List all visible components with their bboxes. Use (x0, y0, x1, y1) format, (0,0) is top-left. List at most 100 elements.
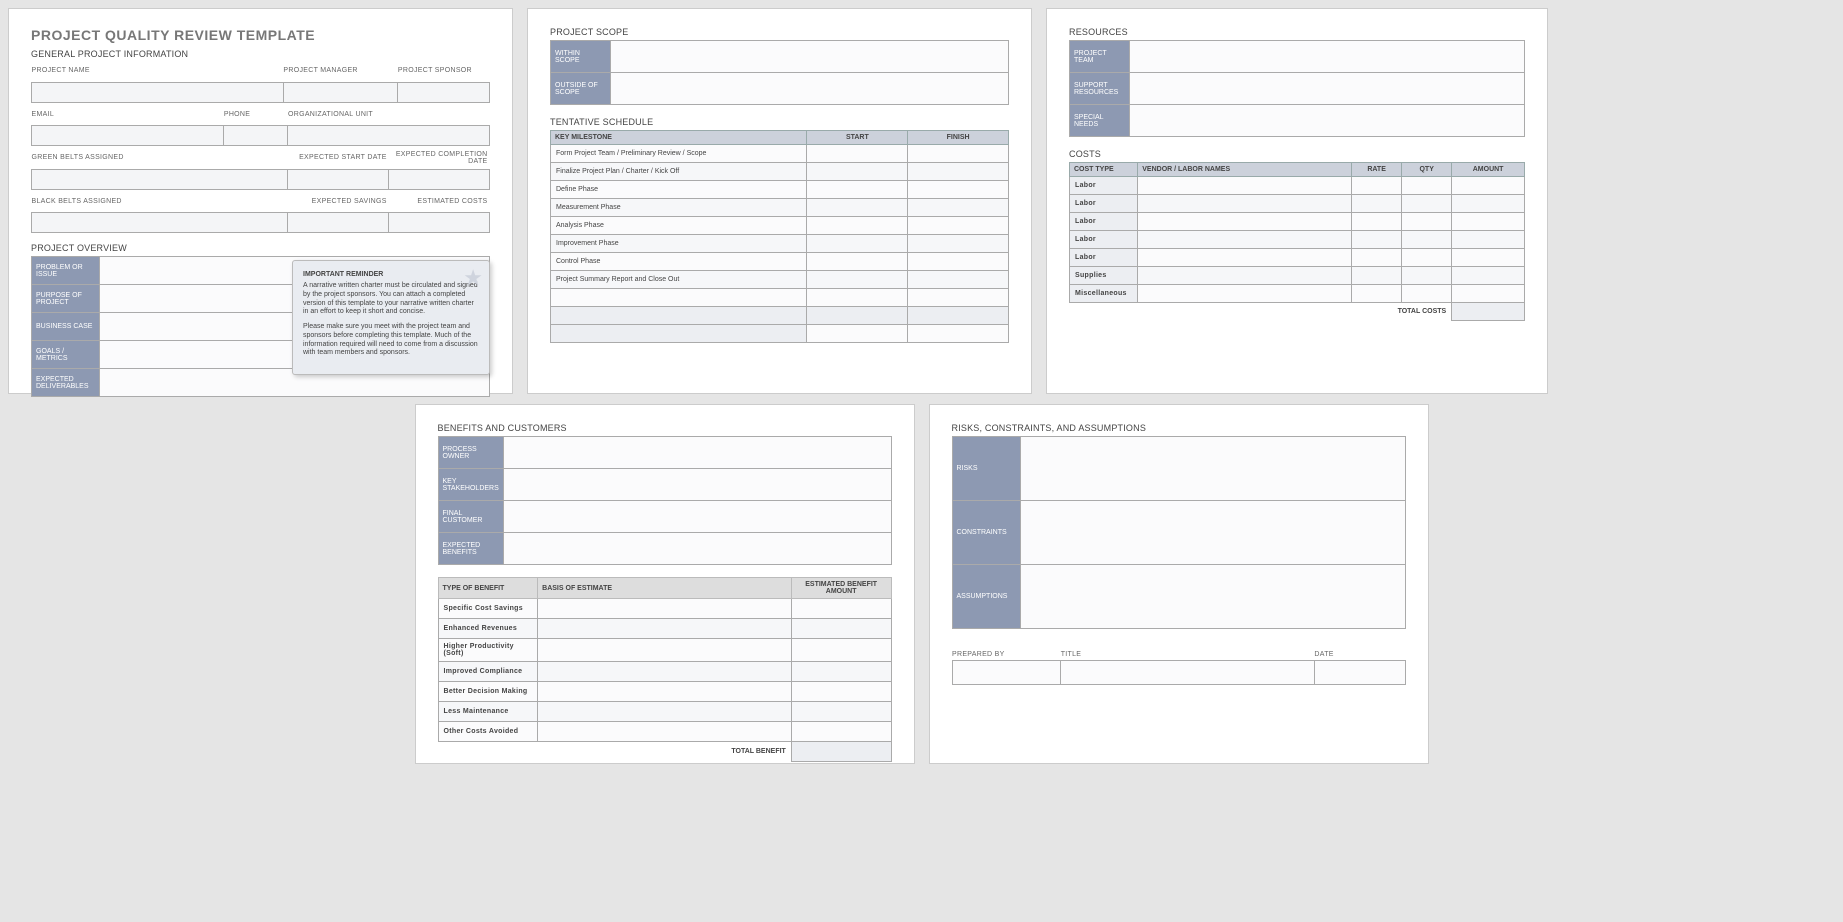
bg-basis-0[interactable] (538, 599, 792, 619)
res-val-2[interactable] (1130, 105, 1525, 137)
sched-finish-2[interactable] (908, 181, 1009, 199)
sched-row-10[interactable] (551, 325, 807, 343)
cost-amt-5[interactable] (1452, 267, 1525, 285)
sched-finish-8[interactable] (908, 289, 1009, 307)
cost-qty-6[interactable] (1402, 285, 1452, 303)
cost-qty-3[interactable] (1402, 231, 1452, 249)
cost-amt-3[interactable] (1452, 231, 1525, 249)
sched-start-4[interactable] (807, 217, 908, 235)
input-exp-completion[interactable] (389, 169, 490, 189)
cost-qty-4[interactable] (1402, 249, 1452, 267)
cost-vendor-0[interactable] (1138, 177, 1352, 195)
sched-start-5[interactable] (807, 235, 908, 253)
bg-amt-1[interactable] (791, 619, 891, 639)
cost-total-val[interactable] (1452, 303, 1525, 321)
cost-rate-2[interactable] (1352, 213, 1402, 231)
sched-finish-4[interactable] (908, 217, 1009, 235)
sched-start-9[interactable] (807, 307, 908, 325)
cost-qty-5[interactable] (1402, 267, 1452, 285)
cost-qty-2[interactable] (1402, 213, 1452, 231)
sched-h-milestone: KEY MILESTONE (551, 131, 807, 145)
sched-finish-3[interactable] (908, 199, 1009, 217)
bg-basis-1[interactable] (538, 619, 792, 639)
input-exp-savings[interactable] (288, 213, 389, 233)
lbl-email: EMAIL (32, 111, 55, 118)
input-project-sponsor[interactable] (398, 82, 490, 102)
input-date[interactable] (1314, 661, 1405, 685)
input-project-manager[interactable] (283, 82, 398, 102)
res-val-0[interactable] (1130, 41, 1525, 73)
sched-finish-0[interactable] (908, 145, 1009, 163)
scope-val-0[interactable] (611, 41, 1009, 73)
rca-val-0[interactable] (1020, 437, 1405, 501)
sched-row-9[interactable] (551, 307, 807, 325)
sched-start-6[interactable] (807, 253, 908, 271)
res-val-1[interactable] (1130, 73, 1525, 105)
sched-finish-7[interactable] (908, 271, 1009, 289)
cost-qty-0[interactable] (1402, 177, 1452, 195)
sched-start-10[interactable] (807, 325, 908, 343)
cost-vendor-5[interactable] (1138, 267, 1352, 285)
cost-rate-4[interactable] (1352, 249, 1402, 267)
sched-finish-10[interactable] (908, 325, 1009, 343)
rca-val-1[interactable] (1020, 501, 1405, 565)
bg-basis-6[interactable] (538, 722, 792, 742)
sched-start-1[interactable] (807, 163, 908, 181)
bg-amt-0[interactable] (791, 599, 891, 619)
sched-row-8[interactable] (551, 289, 807, 307)
bg-amt-3[interactable] (791, 662, 891, 682)
cost-vendor-1[interactable] (1138, 195, 1352, 213)
cost-vendor-3[interactable] (1138, 231, 1352, 249)
ben-val-1[interactable] (503, 469, 891, 501)
bg-total-val[interactable] (791, 742, 891, 762)
sched-start-2[interactable] (807, 181, 908, 199)
cost-rate-0[interactable] (1352, 177, 1402, 195)
bg-amt-6[interactable] (791, 722, 891, 742)
ben-val-2[interactable] (503, 501, 891, 533)
cost-amt-4[interactable] (1452, 249, 1525, 267)
lbl-project-manager: PROJECT MANAGER (283, 67, 357, 74)
input-phone[interactable] (224, 126, 288, 146)
bg-amt-4[interactable] (791, 682, 891, 702)
sched-start-0[interactable] (807, 145, 908, 163)
cost-amt-0[interactable] (1452, 177, 1525, 195)
sched-finish-9[interactable] (908, 307, 1009, 325)
input-prepared-by[interactable] (952, 661, 1061, 685)
overview-lbl-0: PROBLEM OR ISSUE (32, 257, 100, 285)
input-email[interactable] (32, 126, 224, 146)
cost-vendor-4[interactable] (1138, 249, 1352, 267)
cost-vendor-2[interactable] (1138, 213, 1352, 231)
bg-basis-3[interactable] (538, 662, 792, 682)
cost-vendor-6[interactable] (1138, 285, 1352, 303)
cost-amt-2[interactable] (1452, 213, 1525, 231)
input-exp-start[interactable] (288, 169, 389, 189)
sched-start-3[interactable] (807, 199, 908, 217)
cost-rate-3[interactable] (1352, 231, 1402, 249)
cost-rate-1[interactable] (1352, 195, 1402, 213)
input-project-name[interactable] (32, 82, 284, 102)
input-title[interactable] (1061, 661, 1315, 685)
input-est-costs[interactable] (389, 213, 490, 233)
rca-val-2[interactable] (1020, 565, 1405, 629)
bg-amt-2[interactable] (791, 639, 891, 662)
bg-basis-4[interactable] (538, 682, 792, 702)
bg-basis-2[interactable] (538, 639, 792, 662)
cost-rate-6[interactable] (1352, 285, 1402, 303)
sched-finish-6[interactable] (908, 253, 1009, 271)
cost-amt-6[interactable] (1452, 285, 1525, 303)
scope-val-1[interactable] (611, 73, 1009, 105)
ben-val-0[interactable] (503, 437, 891, 469)
input-org-unit[interactable] (288, 126, 490, 146)
cost-qty-1[interactable] (1402, 195, 1452, 213)
cost-rate-5[interactable] (1352, 267, 1402, 285)
input-black-belts[interactable] (32, 213, 288, 233)
sched-start-7[interactable] (807, 271, 908, 289)
ben-val-3[interactable] (503, 533, 891, 565)
bg-basis-5[interactable] (538, 702, 792, 722)
input-green-belts[interactable] (32, 169, 288, 189)
bg-amt-5[interactable] (791, 702, 891, 722)
sched-start-8[interactable] (807, 289, 908, 307)
sched-finish-1[interactable] (908, 163, 1009, 181)
cost-amt-1[interactable] (1452, 195, 1525, 213)
sched-finish-5[interactable] (908, 235, 1009, 253)
